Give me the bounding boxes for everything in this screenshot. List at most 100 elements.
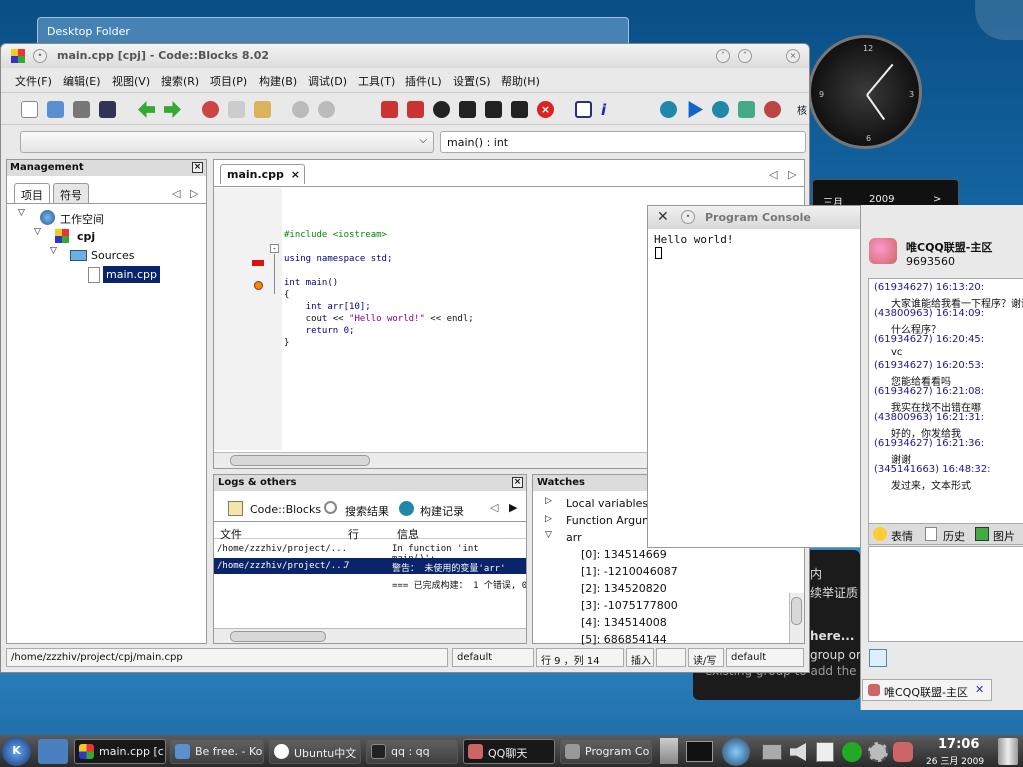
col-message[interactable]: 信息 <box>397 526 419 542</box>
codeblocks-titlebar[interactable]: • main.cpp [cpj] - Code::Blocks 8.02 ˅ ˄… <box>1 44 809 68</box>
volume-icon[interactable] <box>790 743 806 761</box>
qq-send-icon[interactable] <box>869 649 887 667</box>
menu-help[interactable]: 帮助(H) <box>501 73 540 89</box>
paste-icon[interactable] <box>254 101 271 118</box>
table-row[interactable]: /home/zzzhiv/project/... In function 'in… <box>214 541 526 564</box>
network-globe-icon[interactable] <box>722 738 750 766</box>
watch-arr-item[interactable]: [4]: 134514008 <box>581 616 667 629</box>
logs-hscrollbar[interactable] <box>214 628 526 643</box>
tree-workspace[interactable]: 工作空间 <box>60 211 104 227</box>
watch-arr-item[interactable]: [0]: 134514669 <box>581 548 667 561</box>
clock-date[interactable]: 26 三月 2009 <box>926 754 984 767</box>
code-line[interactable]: int main() <box>284 278 338 288</box>
logs-tab-left-icon[interactable]: ◁ <box>490 501 498 514</box>
window-menu-button[interactable]: • <box>33 49 47 63</box>
menu-settings[interactable]: 设置(S) <box>453 73 491 89</box>
debug-run-to-cursor-icon[interactable] <box>381 101 398 118</box>
qq-image-button[interactable]: 图片 <box>993 528 1015 544</box>
cut-icon[interactable] <box>202 101 219 118</box>
close-tab-icon[interactable]: ✕ <box>975 683 984 696</box>
code-line[interactable]: int arr[10]; <box>284 302 371 312</box>
menu-plugins[interactable]: 插件(L) <box>405 73 442 89</box>
debug-windows-icon[interactable] <box>575 101 592 118</box>
menu-project[interactable]: 项目(P) <box>210 73 247 89</box>
tree-toggle-icon[interactable]: ▽ <box>34 227 41 237</box>
clock-time[interactable]: 17:06 <box>938 737 979 752</box>
qq-chat-tab[interactable]: 唯CQQ联盟-主区 ✕ <box>862 679 992 701</box>
tab-scroll-left-icon[interactable]: ◁ <box>172 187 180 200</box>
qq-message-input[interactable] <box>868 546 1023 642</box>
open-file-icon[interactable] <box>47 101 64 118</box>
collapse-icon[interactable]: ▽ <box>545 530 552 540</box>
settings-gear-icon[interactable] <box>868 742 888 762</box>
next-line-icon[interactable] <box>433 101 450 118</box>
menu-build[interactable]: 构建(B) <box>259 73 297 89</box>
hscroll-thumb[interactable] <box>230 455 370 466</box>
rebuild-icon[interactable] <box>738 101 755 118</box>
build-and-run-icon[interactable] <box>712 101 729 118</box>
tab-scroll-right-icon[interactable]: ▷ <box>190 187 198 200</box>
console-titlebar[interactable]: ✕ • Program Console <box>648 206 861 229</box>
find-icon[interactable] <box>292 101 309 118</box>
redo-icon[interactable] <box>164 101 181 118</box>
watch-arr-item[interactable]: [2]: 134520820 <box>581 582 667 595</box>
info-icon[interactable]: i <box>601 101 618 119</box>
logs-tab-search[interactable]: 搜索结果 <box>345 503 389 519</box>
close-button[interactable]: × <box>786 49 800 63</box>
step-into-icon[interactable] <box>459 101 476 118</box>
logs-tab-codeblocks[interactable]: Code::Blocks <box>250 503 321 516</box>
build-icon[interactable] <box>660 101 677 118</box>
logs-tab-right-icon[interactable]: ▶ <box>509 501 517 514</box>
task-codeblocks[interactable]: main.cpp [c <box>74 739 166 764</box>
tab-symbols[interactable]: 符号 <box>53 183 89 203</box>
watches-vscrollbar[interactable] <box>789 593 804 643</box>
watch-arr-item[interactable]: [1]: -1210046087 <box>581 565 678 578</box>
editor-tab-left-icon[interactable]: ◁ <box>769 168 777 181</box>
qq-message-list[interactable]: (61934627) 16:13:20: 大家谁能给我看一下程序？谢谢 (43800… <box>868 278 1023 525</box>
copy-icon[interactable] <box>228 101 245 118</box>
editor-tab-right-icon[interactable]: ▷ <box>788 168 796 181</box>
qq-tray-icon[interactable] <box>893 742 913 762</box>
menu-search[interactable]: 搜索(R) <box>161 73 199 89</box>
hscroll-thumb[interactable] <box>230 631 326 642</box>
undo-icon[interactable] <box>138 101 155 118</box>
tree-toggle-icon[interactable]: ▽ <box>50 246 57 256</box>
toolbar-overflow[interactable]: 核 <box>797 102 807 117</box>
tree-file-main[interactable]: main.cpp <box>103 266 160 283</box>
close-tab-icon[interactable]: × <box>291 168 300 181</box>
col-file[interactable]: 文件 <box>220 526 242 542</box>
maximize-button[interactable]: ˄ <box>738 49 752 63</box>
scope-combo[interactable]: ⌵ <box>20 131 434 153</box>
trash-icon[interactable] <box>998 738 1018 765</box>
new-file-icon[interactable] <box>21 101 38 118</box>
code-line[interactable]: using namespace std; <box>284 254 392 264</box>
code-line[interactable]: cout << "Hello world!" << endl; <box>284 314 474 324</box>
code-line[interactable]: return 0; <box>284 326 355 336</box>
qq-emoji-button[interactable]: 表情 <box>891 528 913 544</box>
expand-icon[interactable]: ▷ <box>545 514 552 524</box>
watch-arr-item[interactable]: [5]: 686854144 <box>581 633 667 646</box>
fold-icon[interactable]: - <box>270 244 279 253</box>
menu-debug[interactable]: 调试(D) <box>308 73 347 89</box>
window-menu-button[interactable]: • <box>681 210 695 224</box>
konsole-icon[interactable] <box>686 741 713 762</box>
code-line[interactable]: } <box>284 338 289 348</box>
task-browser[interactable]: Ubuntu中文 <box>269 739 361 764</box>
menu-tools[interactable]: 工具(T) <box>358 73 395 89</box>
next-instruction-icon[interactable] <box>511 101 528 118</box>
save-icon[interactable] <box>73 101 90 118</box>
step-out-icon[interactable] <box>485 101 502 118</box>
watch-arr[interactable]: arr <box>566 531 582 544</box>
col-line[interactable]: 行 <box>348 526 359 542</box>
replace-icon[interactable] <box>318 101 335 118</box>
code-line[interactable]: #include <iostream> <box>284 230 387 240</box>
task-program-console[interactable]: Program Co <box>560 739 652 764</box>
tree-toggle-icon[interactable]: ▽ <box>18 208 25 218</box>
run-icon[interactable] <box>688 101 703 118</box>
tree-project[interactable]: cpj <box>77 230 95 243</box>
tab-projects[interactable]: 项目 <box>14 183 50 203</box>
stop-debug-icon[interactable]: × <box>537 101 554 118</box>
abort-icon[interactable] <box>764 101 781 118</box>
update-icon[interactable] <box>842 742 862 762</box>
management-close-icon[interactable]: × <box>192 162 203 173</box>
